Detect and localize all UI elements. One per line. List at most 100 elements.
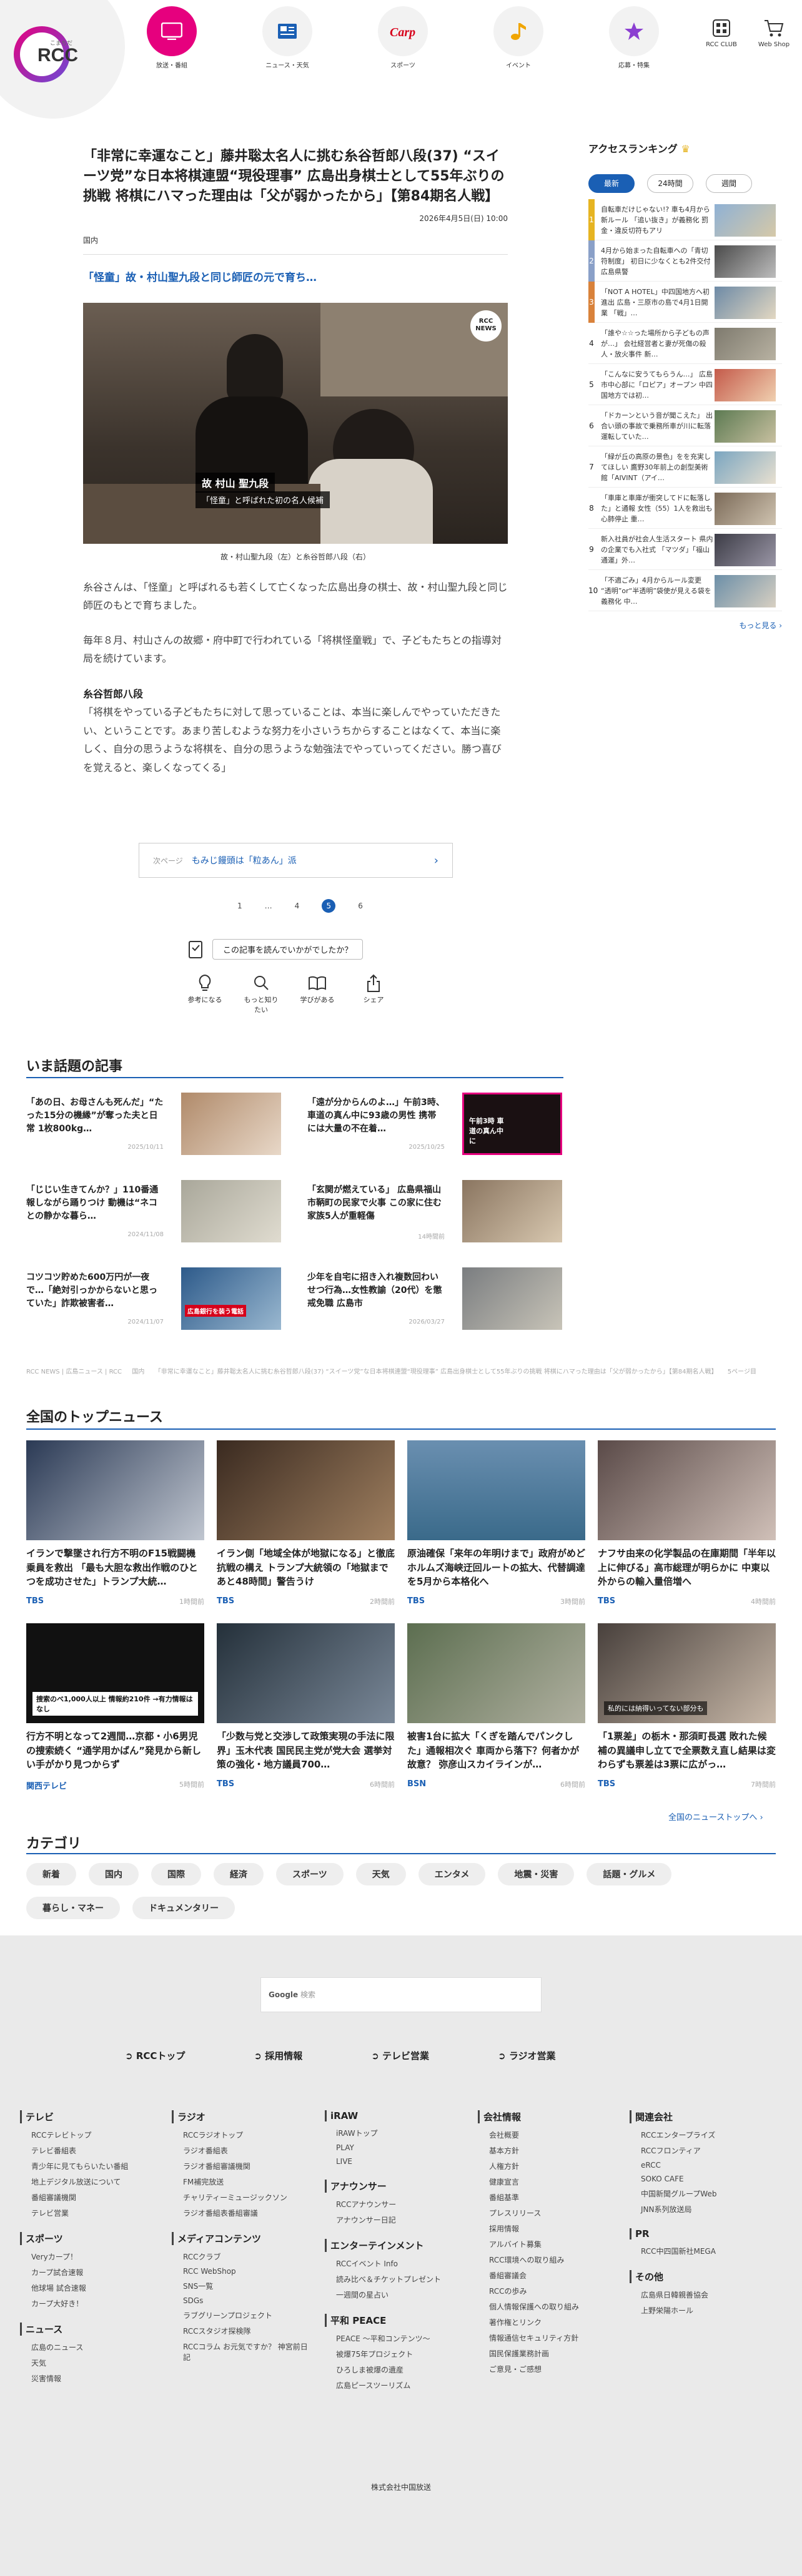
ranking-item[interactable]: 5 「こんなに安うてもらうん…」 広島市中心部に「ロピア」オープン 中四国地方では… — [588, 364, 782, 405]
article-category[interactable]: 国内 — [83, 235, 508, 255]
ranking-item[interactable]: 2 4月から始まった自転車への「青切符制度」 初日に少なくとも2件交付 広島県警 — [588, 240, 782, 282]
category-chip[interactable]: 国際 — [151, 1863, 201, 1885]
footer-link[interactable]: 番組審議会 — [489, 2270, 615, 2281]
top-news-item[interactable]: 私的には納得いってない部分も 「1票差」の栃木・那須町長選 敗れた候補の異議申し立… — [598, 1623, 776, 1789]
page-link[interactable]: 6 — [358, 902, 363, 910]
footer-link[interactable]: RCCイベント Info — [336, 2258, 462, 2269]
footer-link[interactable]: SNS一覧 — [183, 2281, 309, 2291]
footer-link[interactable]: RCCエンタープライズ — [641, 2130, 767, 2140]
search-input[interactable]: Google 検索 — [260, 1977, 542, 2012]
page-link[interactable]: 4 — [295, 902, 300, 910]
footer-link[interactable]: RCC WebShop — [183, 2267, 309, 2276]
ranking-item[interactable]: 3 「NOT A HOTEL」中四国地方へ初進出 広島・三原市の島で4月1日開業 … — [588, 282, 782, 323]
footer-link[interactable]: RCCテレビトップ — [31, 2130, 157, 2140]
hot-item[interactable]: コツコツ貯めた600万円が一夜で…「絶対引っかからないと思っていた」詐欺被害者…… — [26, 1267, 289, 1330]
footer-link[interactable]: RCCの歩み — [489, 2286, 615, 2296]
footer-link[interactable]: 情報通信セキュリティ方針 — [489, 2333, 615, 2343]
footer-link[interactable]: 中国新聞グループWeb — [641, 2188, 767, 2199]
footer-link[interactable]: カープ大好き！ — [31, 2298, 157, 2309]
footer-link[interactable]: テレビ番組表 — [31, 2145, 157, 2156]
footer-link[interactable]: 健康宣言 — [489, 2176, 615, 2187]
rcc-club-link[interactable]: RCC CLUB — [700, 19, 743, 48]
footer-link[interactable]: 人権方針 — [489, 2161, 615, 2171]
footer-link[interactable]: PLAY — [336, 2143, 462, 2152]
ranking-item[interactable]: 8 「車庫と車庫が衝突してドに転落した」と通報 女性（55）1人を救出も心肺停止 … — [588, 488, 782, 529]
footer-link[interactable]: ラジオ番組表 — [183, 2145, 309, 2156]
category-chip[interactable]: 話題・グルメ — [587, 1863, 672, 1885]
footer-link[interactable]: 広島県日韓親善協会 — [641, 2289, 767, 2300]
footer-link[interactable]: ラジオ番組審議機関 — [183, 2161, 309, 2171]
hot-item[interactable]: 「じじい生きてんか？」110番通報しながら踊りつけ 動機は“ネコとの静かな暮ら…… — [26, 1180, 289, 1242]
category-chip[interactable]: 新着 — [26, 1863, 76, 1885]
top-news-item[interactable]: 捜索のべ1,000人以上 情報約210件 →有力情報はなし 行方不明となって2週間… — [26, 1623, 204, 1791]
footer-link[interactable]: プレスリリース — [489, 2208, 615, 2218]
footer-link[interactable]: SOKO CAFE — [641, 2175, 767, 2183]
category-chip[interactable]: 天気 — [355, 1863, 406, 1885]
web-shop-link[interactable]: Web Shop — [752, 19, 796, 48]
footer-link[interactable]: ひろしま被爆の遺産 — [336, 2364, 462, 2375]
next-page-link[interactable]: 次ページ もみじ饅頭は「粒あん」派 › — [139, 843, 453, 878]
category-chip[interactable]: 暮らし・マネー — [26, 1897, 120, 1919]
breadcrumb[interactable]: RCC NEWS | 広島ニュース | RCC 国内 「非常に幸運なこと」藤井聡… — [26, 1367, 776, 1377]
footer-link[interactable]: 災害情報 — [31, 2373, 157, 2384]
footer-link[interactable]: 天気 — [31, 2357, 157, 2368]
footer-link[interactable]: 他球場 試合速報 — [31, 2283, 157, 2293]
ranking-item[interactable]: 7 「緑が丘の高原の景色」をを充実してほしい 鷹野30年前上の創型美術館「AIVI… — [588, 446, 782, 488]
footer-link[interactable]: 広島ピースツーリズム — [336, 2380, 462, 2391]
footer-link[interactable]: SDGs — [183, 2296, 309, 2305]
footer-link[interactable]: ラジオ番組表番組審議 — [183, 2208, 309, 2218]
footer-link[interactable]: 上野栄陽ホール — [641, 2305, 767, 2316]
hot-item[interactable]: 少年を自宅に招き入れ複数回わいせつ行為…女性教諭（20代）を懲戒免職 広島市 20… — [307, 1267, 570, 1330]
footer-link[interactable]: カープ試合速報 — [31, 2267, 157, 2278]
footer-link[interactable]: FM補完放送 — [183, 2176, 309, 2187]
category-chip[interactable]: エンタメ — [418, 1863, 486, 1885]
footer-link[interactable]: アルバイト募集 — [489, 2239, 615, 2249]
top-news-item[interactable]: 原油確保「来年の年明けまで」政府がめど ホルムズ海峡迂回ルートの拡大、代替調達を… — [407, 1440, 585, 1606]
top-news-item[interactable]: イランで撃墜され行方不明のF15戦闘機乗員を救出 「最も大胆な救出作戦のひとつを… — [26, 1440, 204, 1606]
footer-link[interactable]: RCC中四国新社MEGA — [641, 2246, 767, 2256]
reaction-helpful-button[interactable]: 参考になる — [186, 974, 224, 1015]
footer-link[interactable]: 著作権とリンク — [489, 2317, 615, 2328]
reaction-learn-button[interactable]: 学びがある — [299, 974, 336, 1015]
nav-item-event[interactable]: イベント — [484, 6, 553, 75]
top-news-item[interactable]: 被害1台に拡大「くぎを踏んでパンクした」通報相次ぐ 車両から落下？何者かが故意？… — [407, 1623, 585, 1789]
footer-link[interactable]: RCCコラム お元気ですか？ 神宮前日記 — [183, 2341, 309, 2362]
footer-link-radio-sales[interactable]: ➲ ラジオ営業 — [498, 2049, 556, 2062]
category-chip[interactable]: ドキュメンタリー — [132, 1897, 235, 1919]
page-link[interactable]: 1 — [237, 902, 242, 910]
top-news-more-link[interactable]: 全国のニューストップへ › — [668, 1811, 763, 1822]
footer-link[interactable]: 基本方針 — [489, 2145, 615, 2156]
footer-link[interactable]: チャリティーミュージックソン — [183, 2192, 309, 2203]
footer-link[interactable]: 番組基準 — [489, 2192, 615, 2203]
reaction-share-button[interactable]: シェア — [355, 974, 392, 1015]
footer-link[interactable]: 国民保護業務計画 — [489, 2348, 615, 2359]
reaction-more-button[interactable]: もっと知りたい — [242, 974, 280, 1015]
footer-link-recruit[interactable]: ➲ 採用情報 — [254, 2049, 302, 2062]
footer-link[interactable]: iRAWトップ — [336, 2128, 462, 2138]
footer-link[interactable]: 一週間の星占い — [336, 2289, 462, 2300]
hot-item[interactable]: 「あの日、お母さんも死んだ」“たった15分の機縁”が奪った夫と日常 1枚800k… — [26, 1093, 289, 1155]
footer-link[interactable]: 採用情報 — [489, 2223, 615, 2234]
top-news-item[interactable]: ナフサ由来の化学製品の在庫期間「半年以上に伸びる」高市総理が明らかに 中東以外か… — [598, 1440, 776, 1606]
ranking-item[interactable]: 6 「ドカーンという音が聞こえた」 出合い頭の事故で乗務所車が川に転落 運転してい… — [588, 405, 782, 446]
category-chip[interactable]: 国内 — [89, 1863, 139, 1885]
footer-link[interactable]: RCCラジオトップ — [183, 2130, 309, 2140]
footer-link-tv-sales[interactable]: ➲ テレビ営業 — [371, 2049, 429, 2062]
ranking-item[interactable]: 9 新入社員が社会人生活スタート 県内の企業でも入社式 「マツダ」「福山通運」外… — [588, 529, 782, 570]
footer-link[interactable]: テレビ営業 — [31, 2208, 157, 2218]
footer-link[interactable]: 地上デジタル放送について — [31, 2176, 157, 2187]
footer-link[interactable]: 会社概要 — [489, 2130, 615, 2140]
top-news-item[interactable]: イラン側「地域全体が地獄になる」と徹底抗戦の構え トランプ大統領の「地獄まであと… — [217, 1440, 395, 1606]
footer-link[interactable]: RCCアナウンサー — [336, 2199, 462, 2210]
nav-item-special[interactable]: 応募・特集 — [600, 6, 668, 75]
ranking-item[interactable]: 4 「誰や☆☆った場所から子どもの声が…」 会社経営者と妻が死傷の殺人・放火事件 … — [588, 323, 782, 364]
tab-latest[interactable]: 最新 — [588, 174, 635, 193]
category-chip[interactable]: スポーツ — [276, 1863, 344, 1885]
ranking-item[interactable]: 1 自転車だけじゃない!? 車も4月から新ルール 「追い抜き」が義務化 罰金・違反… — [588, 199, 782, 240]
footer-link[interactable]: RCCクラブ — [183, 2251, 309, 2262]
footer-link[interactable]: 青少年に見てもらいたい番組 — [31, 2161, 157, 2171]
footer-link[interactable]: JNN系列放送局 — [641, 2204, 767, 2215]
hot-item[interactable]: 「遠が分からんのよ…」午前3時、車道の真ん中に93歳の男性 携帯には大量の不在着… — [307, 1093, 570, 1155]
footer-link-rcc-top[interactable]: ➲ RCCトップ — [125, 2049, 185, 2062]
footer-link[interactable]: ラブグリーンプロジェクト — [183, 2310, 309, 2321]
